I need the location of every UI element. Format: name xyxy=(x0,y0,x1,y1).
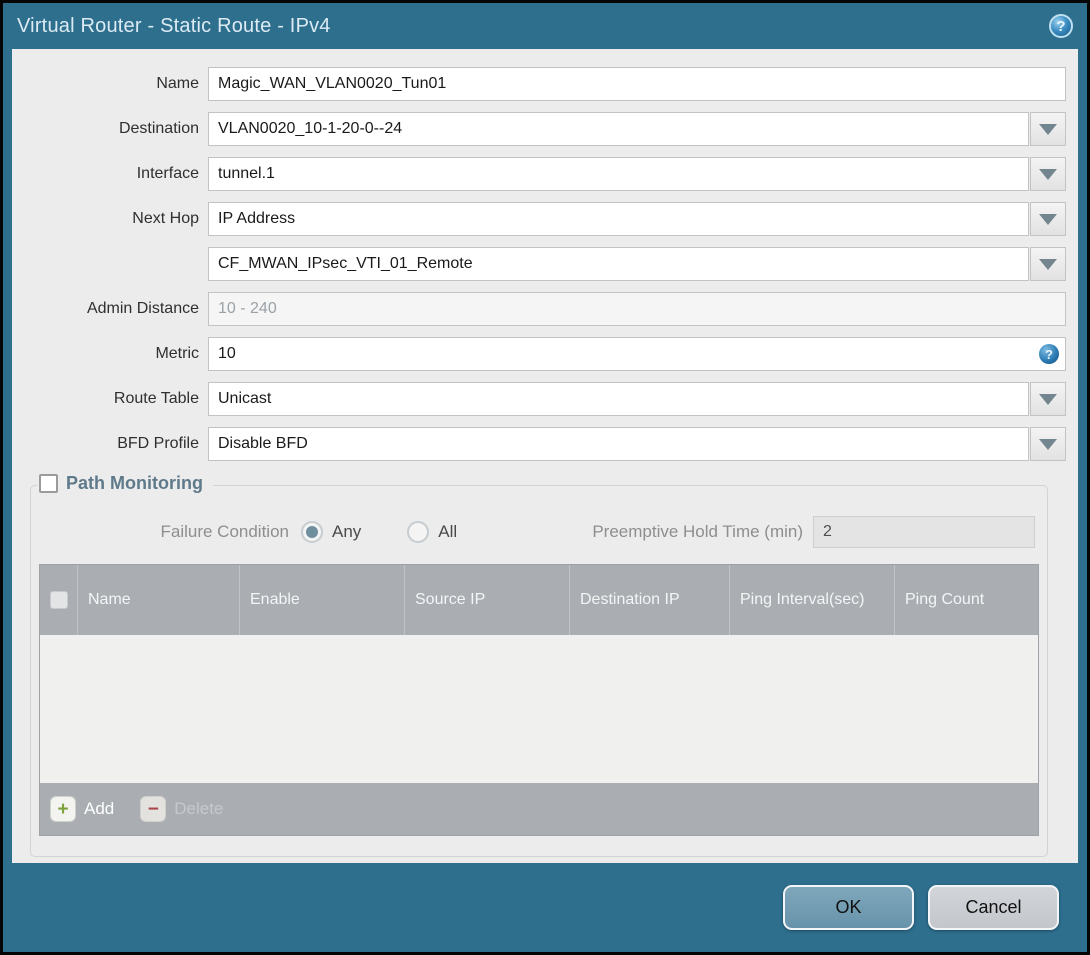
chevron-down-icon xyxy=(1039,213,1057,225)
interface-dropdown-button[interactable] xyxy=(1030,157,1066,191)
next-hop-dropdown-button[interactable] xyxy=(1030,202,1066,236)
name-label: Name xyxy=(156,75,199,92)
next-hop-address-dropdown-button[interactable] xyxy=(1030,247,1066,281)
metric-help-icon[interactable]: ? xyxy=(1039,344,1059,364)
next-hop-address-row xyxy=(12,247,1066,281)
dialog-title: Virtual Router - Static Route - IPv4 xyxy=(17,14,331,37)
column-header-ping-interval[interactable]: Ping Interval(sec) xyxy=(729,565,894,635)
column-header-ping-count[interactable]: Ping Count xyxy=(894,565,1038,635)
delete-button[interactable]: − Delete xyxy=(140,796,223,822)
radio-all-label: All xyxy=(438,522,458,541)
bfd-profile-row: BFD Profile xyxy=(12,427,1066,461)
table-header-checkbox-cell xyxy=(40,565,77,635)
next-hop-label: Next Hop xyxy=(132,210,199,227)
column-header-destination-ip[interactable]: Destination IP xyxy=(569,565,729,635)
radio-any-icon[interactable] xyxy=(301,521,323,543)
path-monitoring-table: Name Enable Source IP Destination IP Pin… xyxy=(39,564,1039,836)
next-hop-address-input[interactable] xyxy=(208,247,1029,281)
minus-icon: − xyxy=(140,796,167,822)
preemptive-hold-time-input[interactable] xyxy=(813,516,1035,548)
cancel-button[interactable]: Cancel xyxy=(928,885,1059,930)
table-toolbar: + Add − Delete xyxy=(40,783,1038,835)
dialog-content: Name Destination Interface xyxy=(12,49,1078,863)
route-table-label: Route Table xyxy=(113,390,199,407)
column-header-source-ip[interactable]: Source IP xyxy=(404,565,569,635)
help-icon[interactable]: ? xyxy=(1049,14,1073,38)
table-body-empty xyxy=(40,635,1038,783)
plus-icon: + xyxy=(50,796,76,822)
destination-row: Destination xyxy=(12,112,1066,146)
column-header-name[interactable]: Name xyxy=(77,565,239,635)
add-button-label: Add xyxy=(84,799,115,818)
column-header-enable[interactable]: Enable xyxy=(239,565,404,635)
path-monitoring-checkbox[interactable] xyxy=(39,474,58,493)
bfd-profile-select[interactable] xyxy=(208,427,1029,461)
table-header: Name Enable Source IP Destination IP Pin… xyxy=(40,565,1038,635)
chevron-down-icon xyxy=(1039,258,1057,270)
metric-label: Metric xyxy=(155,345,199,362)
radio-any-label: Any xyxy=(332,522,362,541)
delete-button-label: Delete xyxy=(174,799,224,818)
path-monitoring-legend: Path Monitoring xyxy=(37,473,213,494)
path-monitoring-title: Path Monitoring xyxy=(66,473,203,493)
failure-condition-label: Failure Condition xyxy=(160,522,289,541)
chevron-down-icon xyxy=(1039,168,1057,180)
route-table-row: Route Table xyxy=(12,382,1066,416)
metric-input[interactable] xyxy=(208,337,1066,371)
preemptive-hold-time-label: Preemptive Hold Time (min) xyxy=(592,522,803,541)
chevron-down-icon xyxy=(1039,438,1057,450)
failure-condition-all-option[interactable]: All xyxy=(407,521,457,543)
next-hop-select[interactable] xyxy=(208,202,1029,236)
dialog-footer: OK Cancel xyxy=(3,863,1087,952)
ok-button[interactable]: OK xyxy=(783,885,914,930)
radio-all-icon[interactable] xyxy=(407,521,430,543)
next-hop-row: Next Hop xyxy=(12,202,1066,236)
destination-dropdown-button[interactable] xyxy=(1030,112,1066,146)
bfd-profile-label: BFD Profile xyxy=(117,435,199,452)
admin-distance-row: Admin Distance xyxy=(12,292,1066,326)
path-monitoring-controls: Failure Condition Any All Preemptive Hol… xyxy=(43,516,1035,548)
title-bar: Virtual Router - Static Route - IPv4 ? xyxy=(3,3,1087,49)
route-table-select[interactable] xyxy=(208,382,1029,416)
name-input[interactable] xyxy=(208,67,1066,101)
bfd-profile-dropdown-button[interactable] xyxy=(1030,427,1066,461)
static-route-dialog: Virtual Router - Static Route - IPv4 ? N… xyxy=(0,0,1090,955)
chevron-down-icon xyxy=(1039,393,1057,405)
failure-condition-any-option[interactable]: Any xyxy=(301,521,361,543)
select-all-checkbox[interactable] xyxy=(49,591,68,609)
path-monitoring-section: Path Monitoring Failure Condition Any Al… xyxy=(30,473,1048,857)
destination-label: Destination xyxy=(118,120,199,137)
interface-input[interactable] xyxy=(208,157,1029,191)
interface-row: Interface xyxy=(12,157,1066,191)
admin-distance-label: Admin Distance xyxy=(86,300,199,317)
route-table-dropdown-button[interactable] xyxy=(1030,382,1066,416)
admin-distance-input[interactable] xyxy=(208,292,1066,326)
chevron-down-icon xyxy=(1039,123,1057,135)
interface-label: Interface xyxy=(136,165,199,182)
name-row: Name xyxy=(12,67,1066,101)
destination-input[interactable] xyxy=(208,112,1029,146)
metric-row: Metric ? xyxy=(12,337,1066,371)
add-button[interactable]: + Add xyxy=(50,796,114,822)
